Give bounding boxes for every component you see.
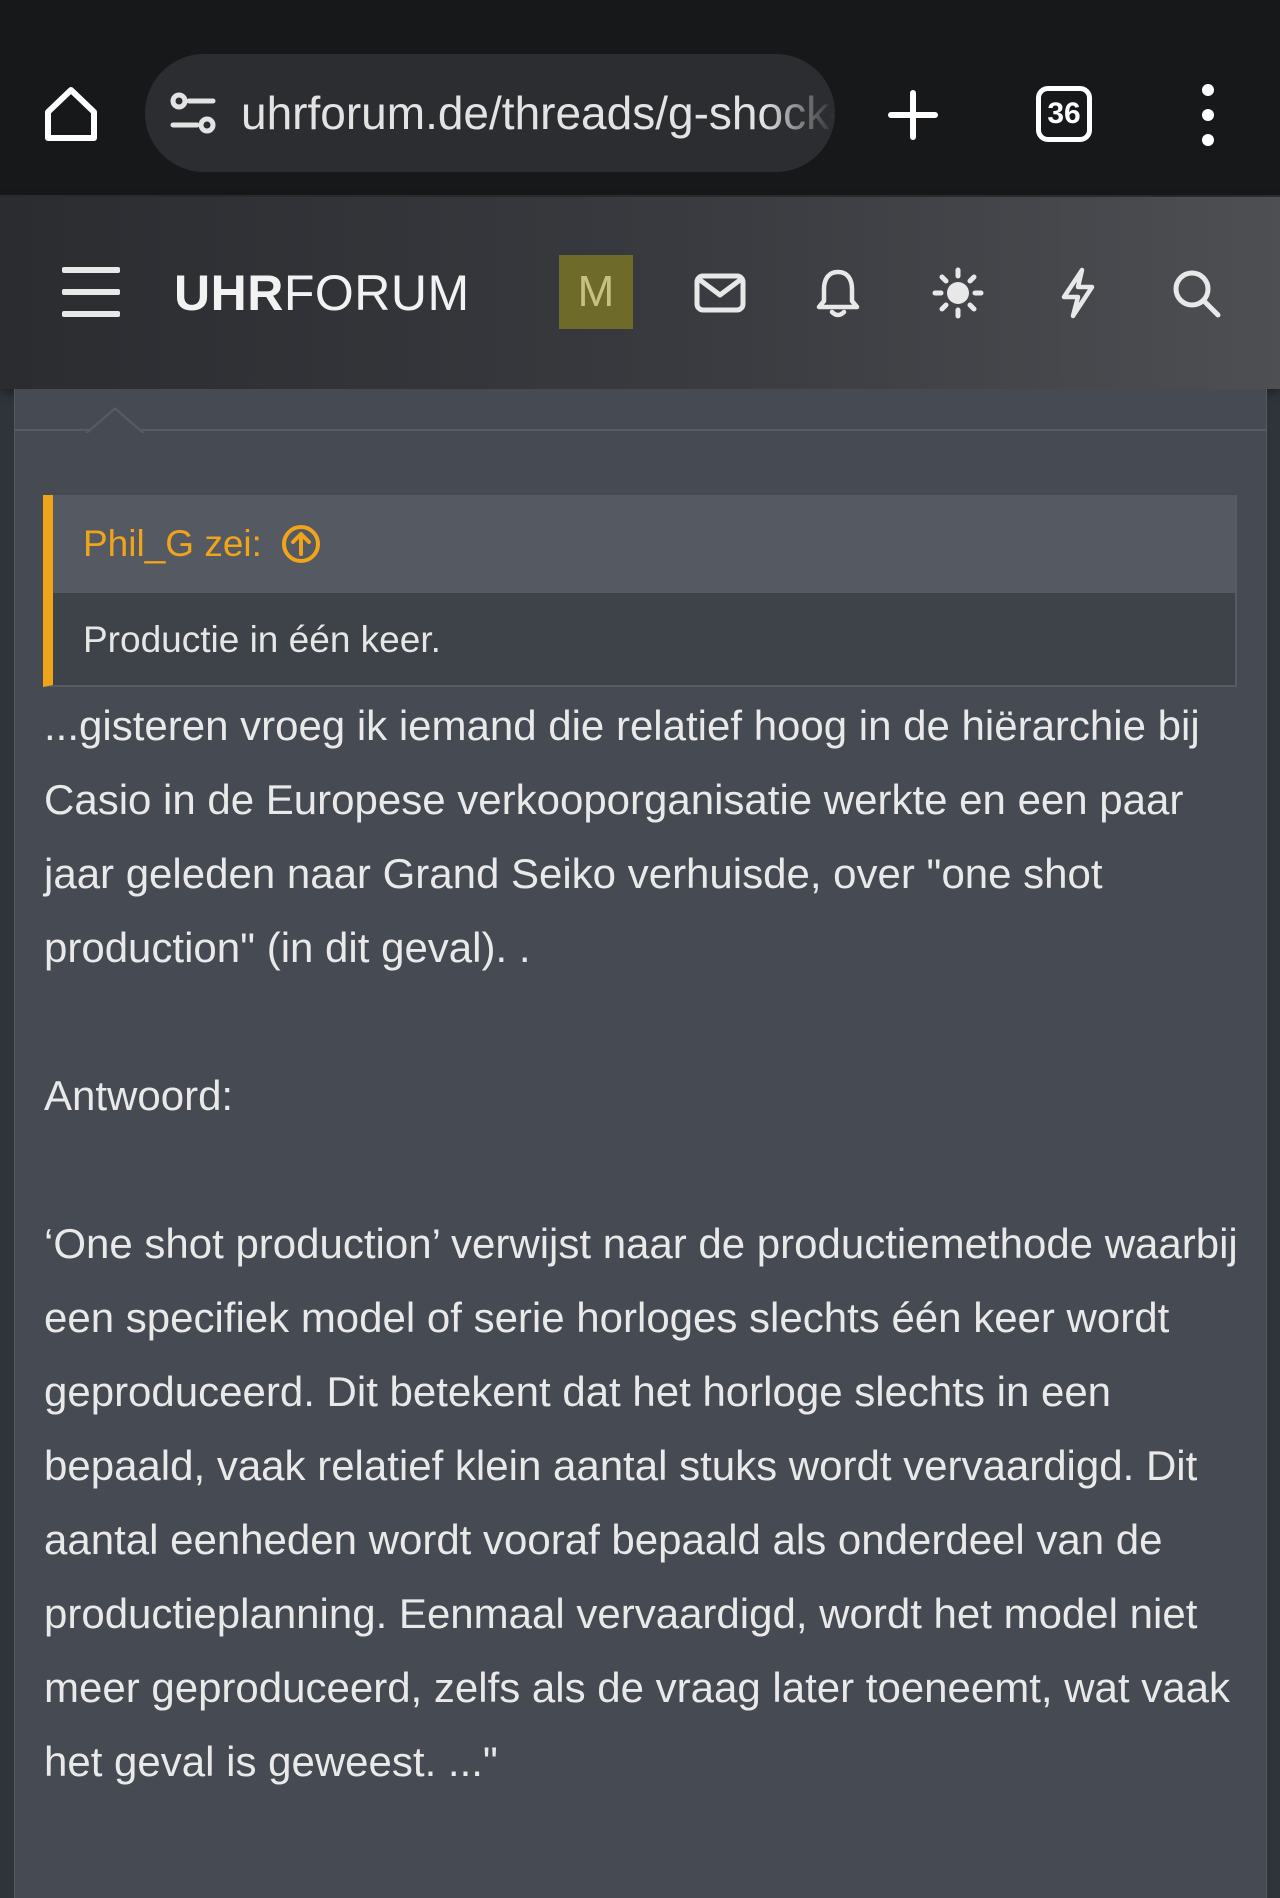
post-top-divider [15, 389, 1266, 434]
url-text[interactable]: uhrforum.de/threads/g-shock-one-shot-pro… [241, 86, 835, 140]
hamburger-icon[interactable] [62, 267, 120, 317]
post-body: ...gisteren vroeg ik iemand die relatief… [44, 689, 1244, 1799]
post-paragraph: ...gisteren vroeg ik iemand die relatief… [44, 702, 1200, 971]
tab-switcher-icon[interactable]: 36 [1036, 86, 1092, 142]
mail-icon[interactable] [692, 265, 748, 321]
site-info-icon[interactable] [165, 85, 221, 141]
tab-count: 36 [1047, 97, 1081, 130]
post-paragraph: ‘One shot production’ verwijst naar de p… [44, 1220, 1238, 1785]
post-panel: Phil_G zei: Productie in één keer. ...gi… [14, 389, 1267, 1898]
bell-icon[interactable] [810, 265, 866, 321]
quote-block: Phil_G zei: Productie in één keer. [43, 495, 1237, 687]
arrow-up-circle-icon[interactable] [280, 523, 322, 565]
avatar[interactable]: M [559, 255, 633, 329]
post-paragraph: Antwoord: [44, 1072, 234, 1119]
site-logo[interactable]: UHRFORUM [174, 257, 470, 329]
quote-author[interactable]: Phil_G zei: [83, 523, 262, 565]
pointer-caret [85, 407, 145, 434]
search-icon[interactable] [1168, 265, 1224, 321]
quote-header[interactable]: Phil_G zei: [53, 495, 1235, 593]
address-bar[interactable]: uhrforum.de/threads/g-shock-one-shot-pro… [145, 54, 835, 172]
plus-icon [888, 90, 938, 140]
quote-text: Productie in één keer. [83, 619, 441, 660]
browser-toolbar: uhrforum.de/threads/g-shock-one-shot-pro… [0, 0, 1280, 197]
home-button[interactable] [38, 78, 104, 150]
forum-header: UHRFORUM M [0, 197, 1280, 389]
bolt-icon[interactable] [1050, 265, 1106, 321]
theme-sun-icon[interactable] [930, 265, 986, 321]
new-tab-button[interactable] [880, 82, 946, 148]
home-icon [45, 87, 97, 141]
more-vert-icon[interactable] [1190, 84, 1226, 146]
